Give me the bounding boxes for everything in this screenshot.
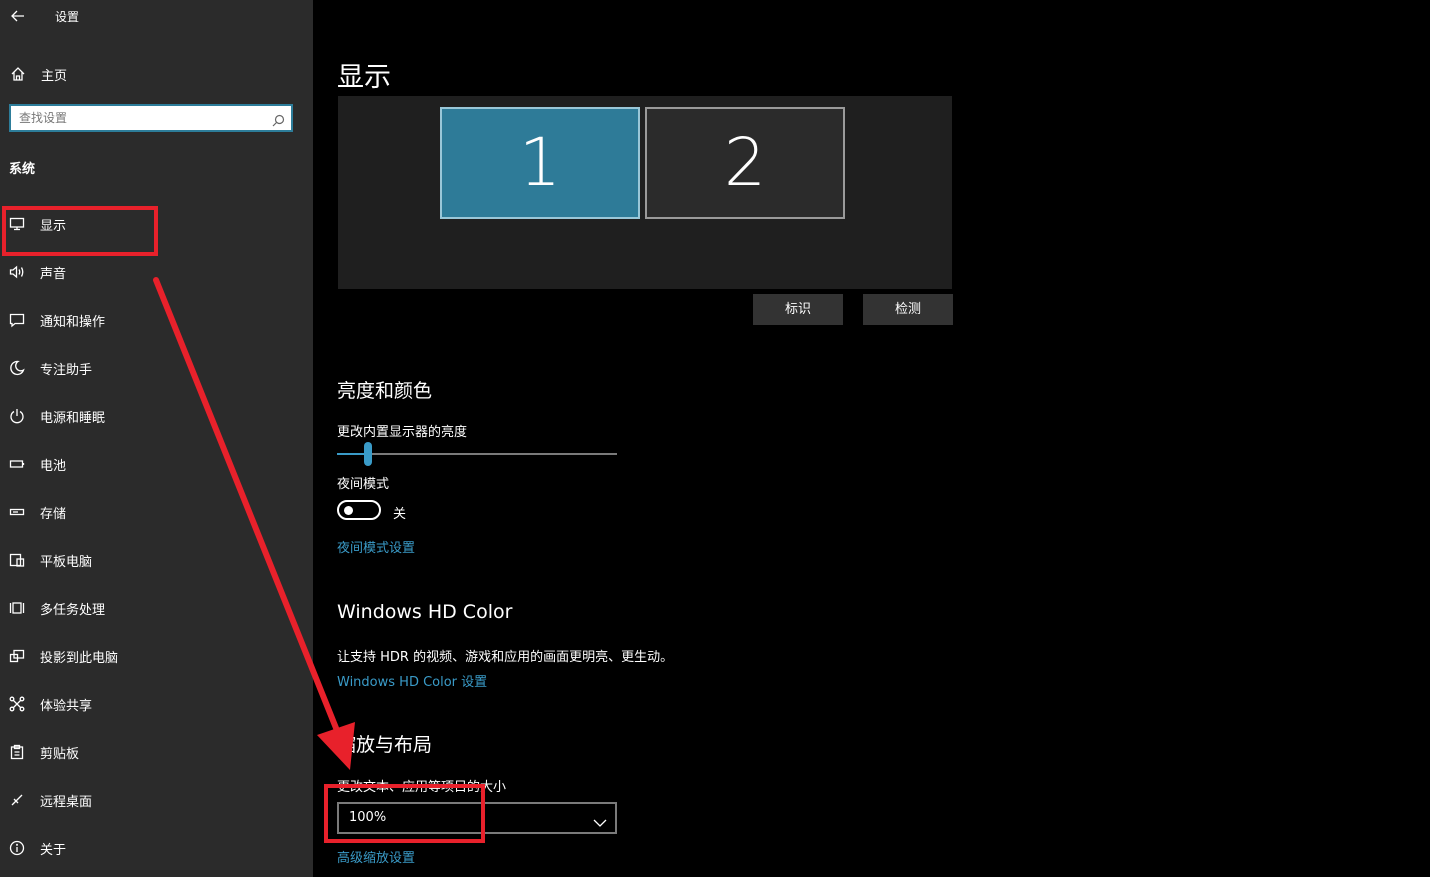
sidebar-item-display[interactable]: 显示: [0, 204, 313, 244]
sidebar-item-battery[interactable]: 电池: [0, 444, 313, 484]
sidebar-item-about[interactable]: 关于: [0, 828, 313, 868]
search-icon[interactable]: [272, 112, 285, 127]
scale-value: 100%: [349, 810, 387, 825]
battery-icon: [9, 456, 25, 472]
sidebar-item-label: 专注助手: [40, 363, 93, 378]
sidebar-item-label: 电池: [40, 459, 67, 474]
sidebar-item-label: 剪贴板: [40, 747, 80, 762]
monitor-arrangement-panel: 1 2: [338, 96, 952, 289]
sidebar-item-tablet[interactable]: 平板电脑: [0, 540, 313, 580]
sidebar-item-remote-desktop[interactable]: 远程桌面: [0, 780, 313, 820]
night-light-settings-link[interactable]: 夜间模式设置: [337, 537, 415, 556]
message-icon: [9, 312, 25, 328]
brightness-heading: 亮度和颜色: [337, 380, 433, 402]
tablet-icon: [9, 552, 25, 568]
scale-label: 更改文本、应用等项目的大小: [337, 780, 507, 795]
sidebar-item-label: 关于: [40, 843, 67, 858]
sidebar-item-label: 声音: [40, 267, 67, 282]
home-label: 主页: [41, 69, 68, 84]
sidebar-item-label: 体验共享: [40, 699, 93, 714]
sidebar-item-label: 平板电脑: [40, 555, 93, 570]
app-title: 设置: [55, 10, 80, 24]
sidebar-item-shared-experiences[interactable]: 体验共享: [0, 684, 313, 724]
sidebar: 设置 主页 系统 显示 声音 通知和操作 专注助手 电源和睡眠 电池: [0, 0, 313, 877]
sidebar-item-storage[interactable]: 存储: [0, 492, 313, 532]
sidebar-item-notifications[interactable]: 通知和操作: [0, 300, 313, 340]
chevron-down-icon: [593, 813, 607, 827]
sidebar-item-clipboard[interactable]: 剪贴板: [0, 732, 313, 772]
share-icon: [9, 696, 25, 712]
title-bar: 设置: [0, 0, 313, 32]
monitor-1[interactable]: 1: [440, 107, 640, 219]
hdr-settings-link[interactable]: Windows HD Color 设置: [337, 671, 487, 690]
advanced-scaling-link[interactable]: 高级缩放设置: [337, 847, 415, 866]
sidebar-item-focus-assist[interactable]: 专注助手: [0, 348, 313, 388]
sidebar-item-label: 电源和睡眠: [40, 411, 106, 426]
home-nav-item[interactable]: 主页: [0, 58, 313, 90]
identify-button[interactable]: 标识: [753, 294, 843, 325]
monitor-number: 1: [519, 124, 561, 201]
night-light-state: 关: [393, 507, 407, 522]
sidebar-item-label: 远程桌面: [40, 795, 93, 810]
night-light-toggle[interactable]: [337, 500, 381, 520]
scale-heading: 缩放与布局: [337, 734, 433, 756]
sidebar-item-label: 存储: [40, 507, 67, 522]
brightness-slider-thumb[interactable]: [363, 442, 372, 466]
brightness-slider-label: 更改内置显示器的亮度: [337, 425, 468, 440]
night-light-label: 夜间模式: [337, 477, 390, 492]
back-arrow-icon[interactable]: [8, 6, 28, 26]
main-content: 显示 1 2 标识 检测 亮度和颜色 更改内置显示器的亮度 夜间模式 关 夜间模…: [313, 0, 1430, 877]
scale-dropdown[interactable]: 100%: [337, 802, 617, 834]
moon-icon: [9, 360, 25, 376]
info-icon: [9, 840, 25, 856]
multitask-icon: [9, 600, 25, 616]
speaker-icon: [9, 264, 25, 280]
sidebar-item-project[interactable]: 投影到此电脑: [0, 636, 313, 676]
search-box[interactable]: [9, 104, 293, 132]
sidebar-item-sound[interactable]: 声音: [0, 252, 313, 292]
remote-icon: [9, 792, 25, 808]
hdr-description: 让支持 HDR 的视频、游戏和应用的画面更明亮、更生动。: [337, 650, 674, 665]
sidebar-item-label: 多任务处理: [40, 603, 106, 618]
detect-button[interactable]: 检测: [863, 294, 953, 325]
section-label-system: 系统: [9, 162, 36, 177]
sidebar-item-label: 通知和操作: [40, 315, 106, 330]
monitor-2[interactable]: 2: [645, 107, 845, 219]
sidebar-item-power[interactable]: 电源和睡眠: [0, 396, 313, 436]
monitor-number: 2: [724, 124, 766, 201]
page-title: 显示: [337, 62, 391, 93]
toggle-knob: [344, 506, 353, 515]
storage-icon: [9, 504, 25, 520]
project-icon: [9, 648, 25, 664]
search-input[interactable]: [19, 109, 259, 127]
monitor-icon: [9, 216, 25, 232]
sidebar-item-label: 显示: [40, 219, 67, 234]
power-icon: [9, 408, 25, 424]
hdr-heading: Windows HD Color: [337, 601, 513, 623]
clipboard-icon: [9, 744, 25, 760]
sidebar-item-label: 投影到此电脑: [40, 651, 119, 666]
brightness-slider[interactable]: [337, 442, 617, 466]
sidebar-item-multitasking[interactable]: 多任务处理: [0, 588, 313, 628]
home-icon: [10, 66, 26, 82]
